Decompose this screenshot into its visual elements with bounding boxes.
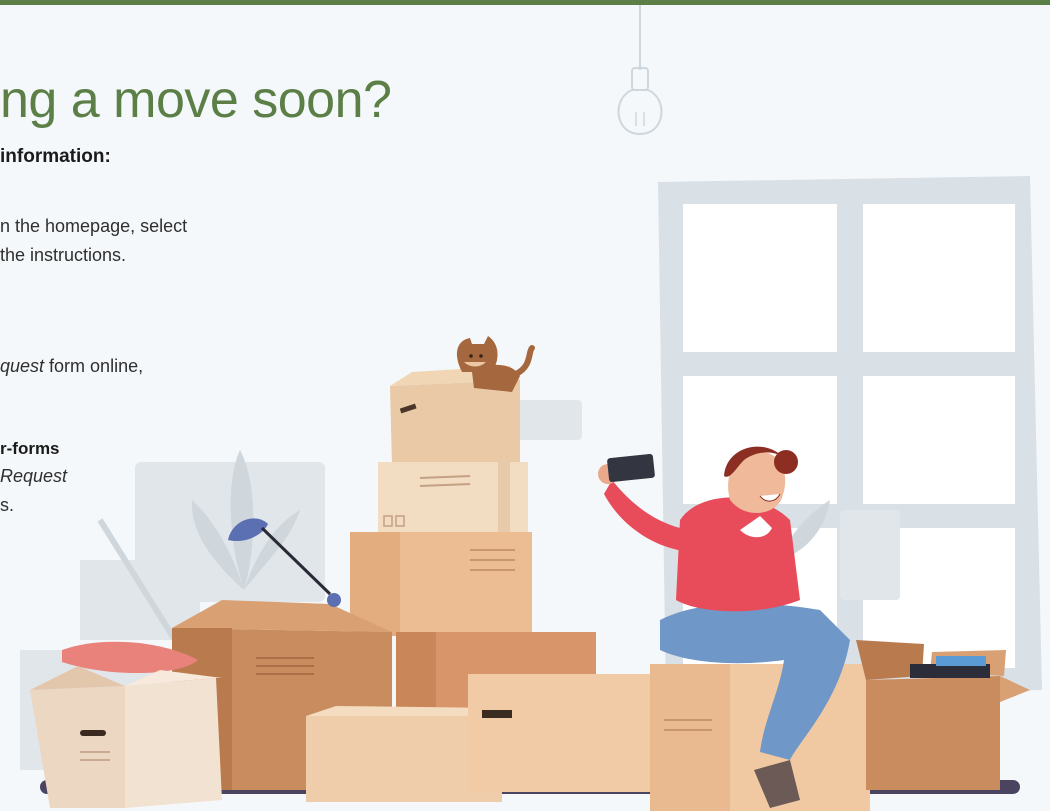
moving-illustration xyxy=(20,5,1042,811)
phone-icon xyxy=(607,453,655,483)
lightbulb-icon xyxy=(617,5,663,136)
